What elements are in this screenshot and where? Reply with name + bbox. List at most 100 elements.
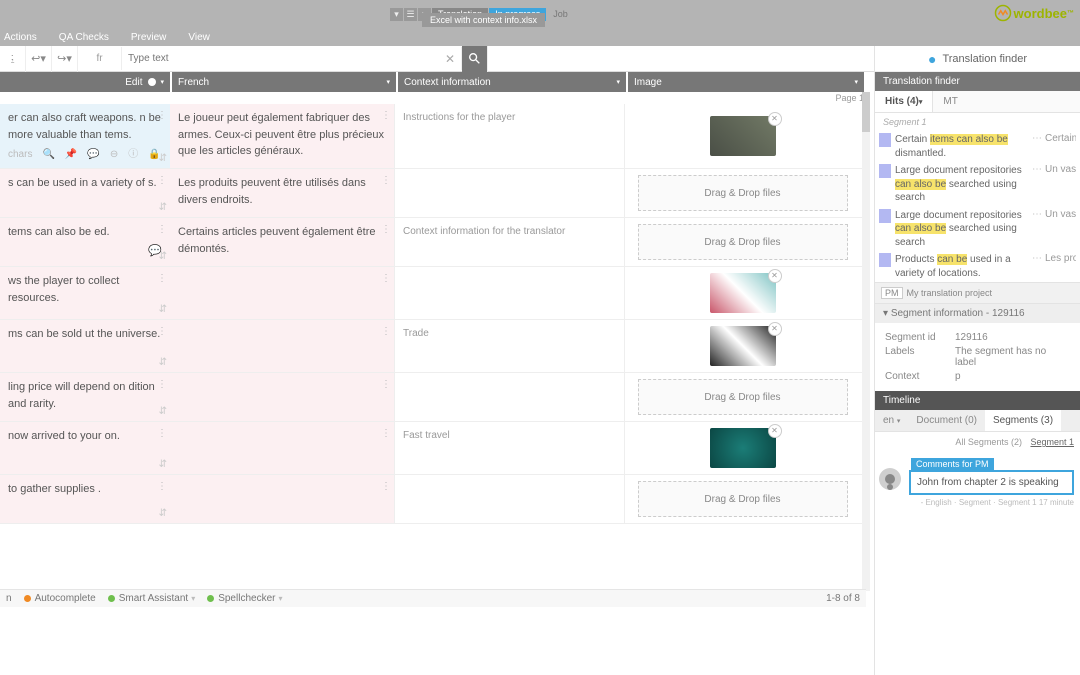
drop-zone[interactable]: Drag & Drop files: [638, 175, 848, 211]
row-menu-icon[interactable]: ⋮: [157, 173, 167, 188]
scrollbar[interactable]: [862, 92, 870, 591]
drop-zone[interactable]: Drag & Drop files: [638, 481, 848, 517]
row-menu-icon[interactable]: ⋮: [157, 324, 167, 339]
row-menu-icon[interactable]: ⋮: [381, 108, 391, 123]
source-text[interactable]: tems can also be ed.: [8, 226, 110, 238]
row-menu-icon[interactable]: ⋮: [381, 271, 391, 286]
context-text: Trade: [403, 328, 429, 339]
tl-all[interactable]: All Segments (2): [955, 437, 1022, 447]
more-icon[interactable]: ⋯: [1032, 133, 1042, 160]
undo-icon[interactable]: ↩▾: [26, 46, 52, 72]
comment-text[interactable]: John from chapter 2 is speaking: [909, 470, 1074, 495]
more-icon[interactable]: ⋯: [1032, 209, 1042, 250]
menu-preview[interactable]: Preview: [131, 32, 167, 43]
image-thumb[interactable]: [710, 116, 776, 156]
more-icon[interactable]: ⋯: [1032, 164, 1042, 205]
timeline-filter: All Segments (2) Segment 1: [875, 432, 1080, 452]
image-thumb[interactable]: [710, 428, 776, 468]
tab-hits[interactable]: Hits (4)▾: [875, 91, 933, 112]
segment-row[interactable]: s can be used in a variety of s.⋮⇵Les pr…: [0, 169, 866, 218]
hit-row[interactable]: Products can be used in a variety of loc…: [879, 251, 1076, 282]
row-menu-icon[interactable]: ⋮: [157, 222, 167, 237]
status-smart[interactable]: Smart Assistant: [119, 593, 188, 604]
source-text[interactable]: ling price will depend on dition and rar…: [8, 381, 155, 410]
image-thumb[interactable]: [710, 326, 776, 366]
row-menu-icon[interactable]: ⋮: [381, 377, 391, 392]
resize-icon[interactable]: ⇵: [159, 151, 167, 166]
tl-current[interactable]: Segment 1: [1030, 437, 1074, 447]
segment-row[interactable]: tems can also be ed.⋮⇵💬Certains articles…: [0, 218, 866, 267]
finder-tabs: Hits (4)▾ MT: [875, 91, 1080, 113]
list-icon[interactable]: ☰: [404, 8, 417, 21]
target-text[interactable]: Le joueur peut également fabriquer des a…: [178, 112, 384, 157]
resize-icon[interactable]: ⇵: [159, 249, 167, 264]
resize-icon[interactable]: ⇵: [159, 506, 167, 521]
redo-icon[interactable]: ↪▾: [52, 46, 78, 72]
resize-icon[interactable]: ⇵: [159, 404, 167, 419]
image-thumb[interactable]: [710, 273, 776, 313]
tl-tab-doc[interactable]: Document (0): [908, 410, 985, 431]
back-icon[interactable]: ▾: [390, 8, 403, 21]
row-menu-icon[interactable]: ⋮: [381, 222, 391, 237]
drop-zone[interactable]: Drag & Drop files: [638, 379, 848, 415]
target-text[interactable]: Les produits peuvent être utilisés dans …: [178, 177, 366, 206]
filter-icon[interactable]: ⍮: [0, 46, 26, 72]
menu-view[interactable]: View: [188, 32, 210, 43]
row-menu-icon[interactable]: ⋮: [157, 479, 167, 494]
source-text[interactable]: now arrived to your on.: [8, 430, 120, 442]
timeline-header: Timeline: [875, 391, 1080, 410]
row-menu-icon[interactable]: ⋮: [157, 108, 167, 123]
search-button[interactable]: [462, 46, 488, 72]
hit-row[interactable]: Certain items can also be dismantled.⋯Ce…: [879, 131, 1076, 162]
row-menu-icon[interactable]: ⋮: [381, 479, 391, 494]
segment-row[interactable]: ms can be sold ut the universe.⋮⇵⋮Trade: [0, 320, 866, 373]
drop-zone[interactable]: Drag & Drop files: [638, 224, 848, 260]
pin-icon[interactable]: 📌: [65, 147, 77, 162]
row-menu-icon[interactable]: ⋮: [157, 426, 167, 441]
row-menu-icon[interactable]: ⋮: [157, 271, 167, 286]
source-text[interactable]: ms can be sold ut the universe.: [8, 328, 160, 340]
hit-row[interactable]: Large document repositories can also be …: [879, 207, 1076, 252]
resize-icon[interactable]: ⇵: [159, 200, 167, 215]
col-edit[interactable]: Edit▾: [0, 72, 170, 92]
target-text[interactable]: Certains articles peuvent également être…: [178, 226, 376, 255]
segment-row[interactable]: er can also craft weapons. n be more val…: [0, 104, 866, 169]
tab-mt[interactable]: MT: [933, 91, 967, 112]
row-menu-icon[interactable]: ⋮: [157, 377, 167, 392]
resize-icon[interactable]: ⇵: [159, 302, 167, 317]
lang-code[interactable]: fr: [78, 47, 122, 70]
comment-icon[interactable]: 💬: [87, 147, 99, 162]
source-text[interactable]: er can also craft weapons. n be more val…: [8, 112, 161, 141]
seg-info-header[interactable]: ▾ Segment information - 129116: [875, 303, 1080, 323]
resize-icon[interactable]: ⇵: [159, 457, 167, 472]
search-icon[interactable]: 🔍: [42, 147, 54, 162]
col-context[interactable]: Context information▾: [398, 72, 626, 92]
segment-row[interactable]: to gather supplies . ⋮ ⇵ ⋮ Drag & Drop files: [0, 475, 866, 524]
row-menu-icon[interactable]: ⋮: [381, 324, 391, 339]
menu-qa[interactable]: QA Checks: [59, 32, 109, 43]
source-text[interactable]: ws the player to collect resources.: [8, 275, 119, 304]
clear-icon[interactable]: ✕: [445, 52, 455, 66]
row-menu-icon[interactable]: ⋮: [381, 426, 391, 441]
info-icon[interactable]: ⓘ: [128, 147, 138, 162]
crumb-job[interactable]: Job: [547, 8, 574, 21]
tl-tab-seg[interactable]: Segments (3): [985, 410, 1061, 431]
col-french[interactable]: French▾: [172, 72, 396, 92]
source-text[interactable]: to gather supplies .: [8, 483, 101, 495]
segment-row[interactable]: now arrived to your on.⋮⇵⋮Fast travel: [0, 422, 866, 475]
search-input[interactable]: [128, 47, 455, 70]
tl-tab-en[interactable]: en ▾: [875, 410, 908, 431]
hit-row[interactable]: Large document repositories can also be …: [879, 162, 1076, 207]
status-spell[interactable]: Spellchecker: [218, 593, 275, 604]
row-menu-icon[interactable]: ⋮: [381, 173, 391, 188]
segment-row[interactable]: ling price will depend on dition and rar…: [0, 373, 866, 422]
project-row[interactable]: PMMy translation project: [875, 282, 1080, 303]
status-autocomplete[interactable]: Autocomplete: [35, 593, 96, 604]
segment-row[interactable]: ws the player to collect resources. ⋮ ⇵ ⋮: [0, 267, 866, 320]
menu-actions[interactable]: Actions: [4, 32, 37, 43]
resize-icon[interactable]: ⇵: [159, 355, 167, 370]
more-icon[interactable]: ⋯: [1032, 253, 1042, 280]
col-image[interactable]: Image▾: [628, 72, 864, 92]
minus-icon[interactable]: ⊖: [110, 147, 118, 162]
source-text[interactable]: s can be used in a variety of s.: [8, 177, 157, 189]
